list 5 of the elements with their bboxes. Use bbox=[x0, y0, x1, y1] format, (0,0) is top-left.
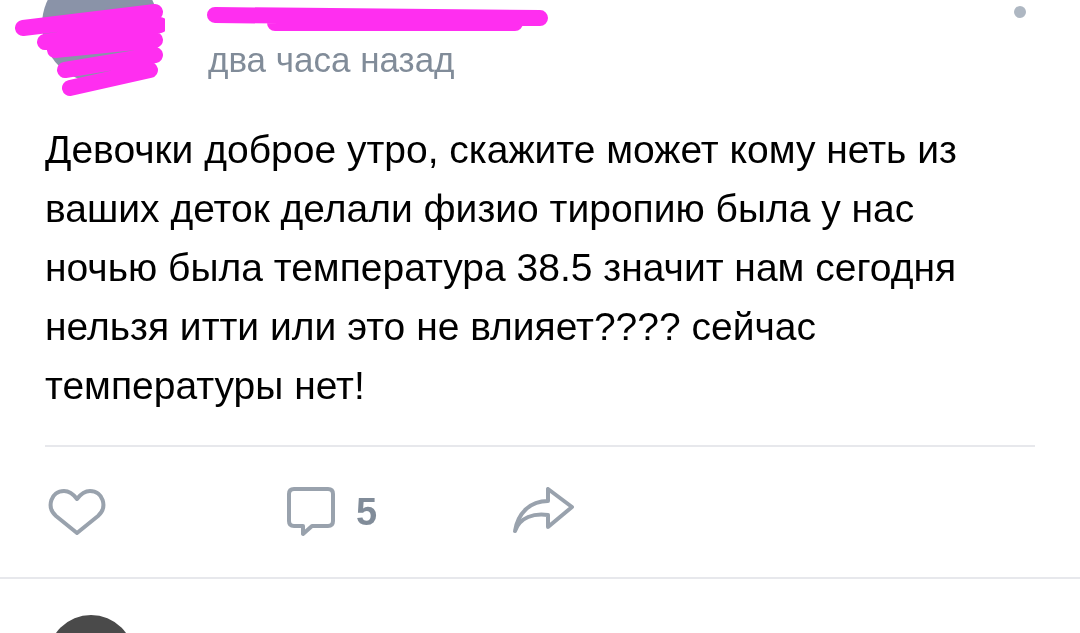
comment-count: 5 bbox=[356, 489, 378, 535]
post-time: два часа назад bbox=[208, 42, 455, 77]
comment-icon[interactable] bbox=[286, 486, 336, 538]
like-heart-icon[interactable] bbox=[48, 487, 106, 537]
post-text: Девочки доброе утро, скажите может кому неть из ваших деток делали физио тиропию была у нас ночью была температура 38.5 значит нам сегодня нельзя итти или это не влияет???? сейчас температуры нет! bbox=[45, 127, 958, 409]
